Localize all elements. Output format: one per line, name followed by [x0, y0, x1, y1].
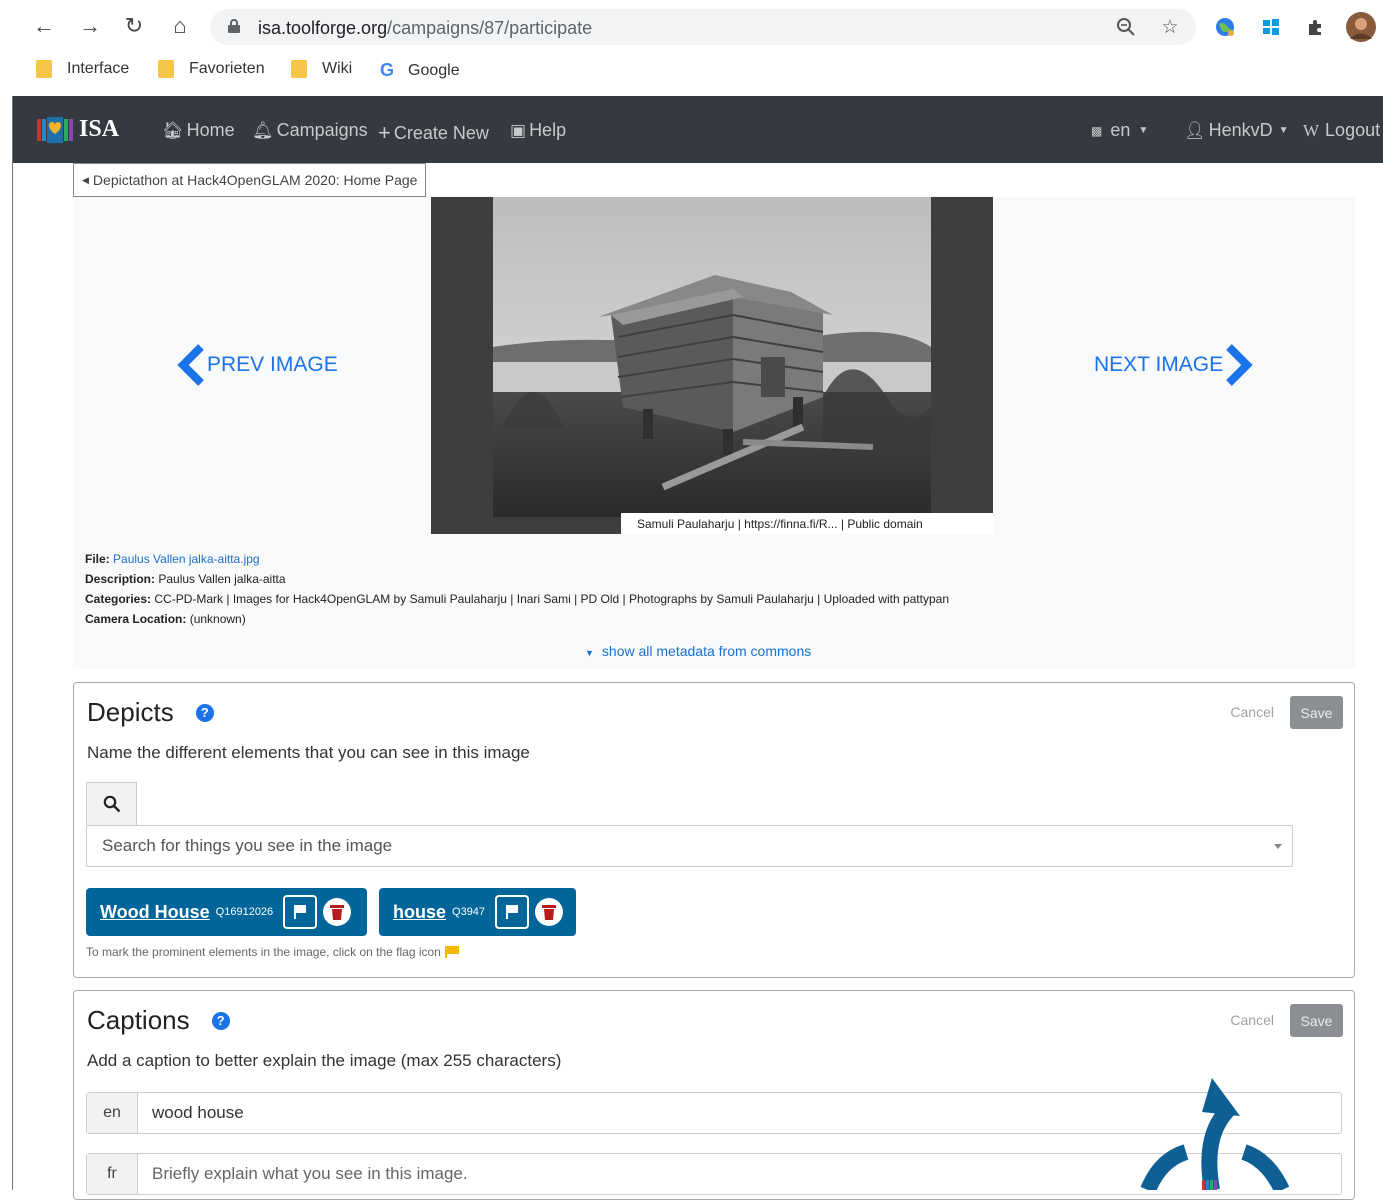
hack4openglam-logo: [1140, 1074, 1290, 1194]
captions-cancel-button[interactable]: Cancel: [1230, 1012, 1274, 1028]
dropdown-caret-icon: ▼: [1278, 125, 1289, 136]
campaign-breadcrumb[interactable]: ◀ Depictathon at Hack4OpenGLAM 2020: Hom…: [73, 163, 427, 197]
extensions-puzzle-icon[interactable]: [1304, 15, 1328, 39]
bell-icon: 🔔︎: [252, 120, 274, 140]
trash-icon: [330, 905, 345, 920]
bookmark-wiki[interactable]: Wiki: [291, 60, 352, 78]
remove-tag-button[interactable]: [535, 898, 564, 926]
user-icon: 👤︎: [1184, 120, 1206, 140]
plus-icon: +: [378, 120, 391, 145]
app-navbar: ISA 🏠︎ Home 🔔︎ Campaigns + Create New ▣ Help…: [13, 96, 1383, 163]
chevron-right-icon: [1226, 344, 1253, 386]
zoom-icon[interactable]: [1114, 15, 1138, 39]
chevron-left-icon: ◀: [82, 174, 89, 185]
trash-icon: [542, 905, 557, 920]
prev-image-button[interactable]: PREV IMAGE: [175, 343, 338, 387]
flag-prominent-button[interactable]: [495, 895, 530, 929]
captions-heading: Captions ?: [87, 1005, 230, 1036]
logout-link[interactable]: W Logout: [1303, 120, 1380, 141]
bookmark-interface[interactable]: Interface: [36, 60, 129, 78]
nav-home[interactable]: 🏠︎ Home: [162, 120, 235, 141]
reload-icon[interactable]: ↻: [120, 12, 148, 40]
nav-help[interactable]: ▣ Help: [510, 120, 566, 141]
remove-tag-button[interactable]: [323, 898, 352, 926]
bookmarks-bar: Interface Favorieten Wiki G Google: [0, 56, 1383, 86]
file-link[interactable]: Paulus Vallen jalka-aitta.jpg: [113, 552, 260, 566]
url-text: isa.toolforge.org/campaigns/87/participa…: [258, 18, 593, 38]
image-viewer: PREV IMAGE NEXT IMAGE Samuli Paulaharju …: [73, 197, 1355, 669]
back-icon[interactable]: ←: [30, 12, 58, 40]
isa-logo: [37, 116, 73, 143]
depicts-tag: Wood House Q16912026: [86, 888, 367, 936]
folder-icon: [36, 60, 52, 78]
bookmark-google[interactable]: G Google: [380, 60, 460, 81]
bookmark-favorieten[interactable]: Favorieten: [158, 60, 265, 78]
depicts-instructions: Name the different elements that you can…: [87, 743, 530, 762]
nav-campaigns[interactable]: 🔔︎ Campaigns: [252, 120, 368, 141]
next-image-button[interactable]: NEXT IMAGE: [1094, 343, 1255, 387]
depicts-cancel-button[interactable]: Cancel: [1230, 704, 1274, 720]
flag-icon: [294, 905, 307, 919]
folder-icon: [158, 60, 174, 78]
folder-icon: [291, 60, 307, 78]
depicts-tag-qid: Q16912026: [215, 906, 274, 918]
image-attribution: Samuli Paulaharju | https://finna.fi/R..…: [621, 513, 993, 534]
caption-language-code: en: [87, 1093, 138, 1133]
address-bar[interactable]: isa.toolforge.org/campaigns/87/participa…: [210, 9, 1196, 45]
depicts-tag-label[interactable]: Wood House: [100, 902, 210, 923]
dropdown-caret-icon: [1274, 844, 1282, 849]
globe-extension-icon[interactable]: [1213, 15, 1237, 39]
dropdown-caret-icon: ▼: [1138, 125, 1149, 136]
window-edge: [12, 96, 13, 1190]
language-selector[interactable]: ▩ en ▼: [1091, 120, 1148, 141]
depicts-tag: house Q3947: [379, 888, 576, 936]
caret-down-icon: ▼: [585, 648, 594, 658]
wikipedia-w-icon: W: [1303, 120, 1320, 140]
meta-camera-location: Camera Location: (unknown): [85, 612, 246, 626]
profile-avatar[interactable]: [1346, 12, 1376, 42]
lock-icon: [228, 19, 240, 33]
star-icon[interactable]: ☆: [1158, 15, 1182, 39]
flag-icon: [506, 905, 519, 919]
chevron-left-icon: [177, 344, 204, 386]
meta-file: File: Paulus Vallen jalka-aitta.jpg: [85, 552, 260, 566]
caption-language-code: fr: [87, 1154, 138, 1194]
forward-icon[interactable]: →: [76, 12, 104, 40]
flag-hint: To mark the prominent elements in the im…: [86, 945, 459, 959]
nav-create-new[interactable]: + Create New: [378, 120, 489, 146]
book-icon: ▣: [510, 120, 527, 140]
windows-extension-icon[interactable]: [1259, 15, 1283, 39]
captions-instructions: Add a caption to better explain the imag…: [87, 1051, 562, 1070]
help-icon[interactable]: ?: [211, 1011, 230, 1030]
depicts-heading: Depicts ?: [87, 697, 214, 728]
depicts-tag-qid: Q3947: [452, 906, 486, 918]
flag-icon: [444, 946, 459, 958]
home-icon: 🏠︎: [162, 120, 184, 140]
flag-prominent-button[interactable]: [283, 895, 318, 929]
search-button[interactable]: [86, 782, 137, 825]
depicts-search-select[interactable]: Search for things you see in the image: [86, 825, 1293, 867]
image-frame: Samuli Paulaharju | https://finna.fi/R..…: [431, 197, 993, 534]
browser-chrome: ← → ↻ ⌂ isa.toolforge.org/campaigns/87/p…: [0, 0, 1383, 96]
home-icon[interactable]: ⌂: [166, 12, 194, 40]
image-metadata: File: Paulus Vallen jalka-aitta.jpg Desc…: [85, 549, 949, 629]
search-icon: [103, 795, 120, 813]
language-icon: ▩: [1091, 123, 1103, 138]
user-menu[interactable]: 👤︎ HenkvD ▼: [1184, 120, 1289, 141]
isa-brand[interactable]: ISA: [37, 116, 119, 143]
campaign-photo[interactable]: [493, 197, 931, 517]
depicts-save-button[interactable]: Save: [1290, 696, 1343, 729]
depicts-card: Depicts ? Cancel Save Name the different…: [73, 682, 1355, 978]
depicts-tag-label[interactable]: house: [393, 902, 446, 923]
meta-categories: Categories: CC-PD-Mark | Images for Hack…: [85, 592, 949, 606]
meta-description: Description: Paulus Vallen jalka-aitta: [85, 572, 286, 586]
show-all-metadata-toggle[interactable]: ▼ show all metadata from commons: [585, 643, 811, 659]
help-icon[interactable]: ?: [195, 703, 214, 722]
google-icon: G: [380, 60, 395, 80]
captions-save-button[interactable]: Save: [1290, 1004, 1343, 1037]
browser-toolbar: ← → ↻ ⌂ isa.toolforge.org/campaigns/87/p…: [0, 4, 1383, 48]
